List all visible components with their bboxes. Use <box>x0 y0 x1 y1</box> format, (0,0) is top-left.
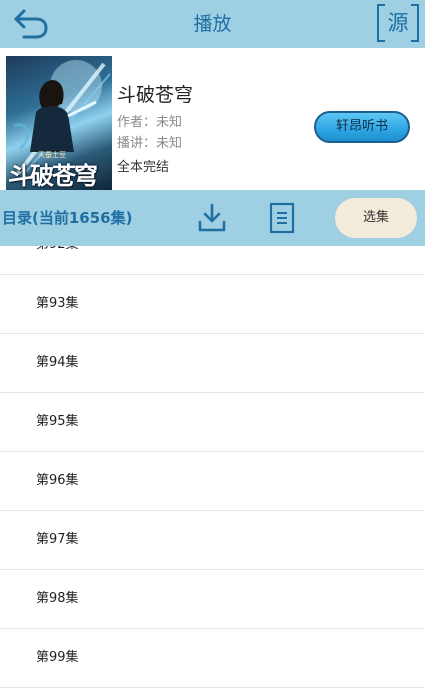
episode-list-scroll: 第92集第93集第94集第95集第96集第97集第98集第99集 <box>0 246 425 688</box>
episode-label: 第96集 <box>36 473 79 488</box>
episode-label: 第97集 <box>36 532 79 547</box>
episode-label: 第92集 <box>36 246 79 274</box>
book-cover[interactable]: 天蚕土豆 斗破苍穹 <box>6 56 112 190</box>
episode-item[interactable]: 第93集 <box>0 275 425 334</box>
catalog-label: 目录(当前1656集) <box>2 209 133 227</box>
episode-item[interactable]: 第94集 <box>0 334 425 393</box>
download-button[interactable] <box>196 202 228 234</box>
episode-item[interactable]: 第97集 <box>0 511 425 570</box>
listen-button[interactable]: 轩昂听书 <box>314 111 410 143</box>
episode-item[interactable]: 第92集 <box>0 246 425 275</box>
book-info: 天蚕土豆 斗破苍穹 斗破苍穹 作者：未知 播讲：未知 全本完结 轩昂听书 <box>0 48 425 190</box>
episode-label: 第93集 <box>36 296 79 311</box>
cover-title: 斗破苍穹 <box>8 161 98 190</box>
back-arrow-icon <box>14 9 48 39</box>
episode-label: 第98集 <box>36 591 79 606</box>
book-author: 作者：未知 <box>117 115 183 130</box>
document-list-icon <box>269 202 295 234</box>
top-bar: 播放 源 <box>0 0 425 48</box>
book-title: 斗破苍穹 <box>117 84 194 106</box>
download-icon <box>198 203 226 232</box>
source-label: 源 <box>387 11 409 35</box>
document-list-button[interactable] <box>268 202 296 234</box>
episode-item[interactable]: 第96集 <box>0 452 425 511</box>
book-narrator: 播讲：未知 <box>117 136 183 151</box>
select-episode-button[interactable]: 选集 <box>335 198 417 238</box>
app-screen: 播放 源 天蚕土豆 斗破苍穹 斗破苍穹 作者：未知 播讲：未知 全本完结 轩昂听… <box>0 0 425 700</box>
episode-label: 第99集 <box>36 650 79 665</box>
episode-item[interactable]: 第95集 <box>0 393 425 452</box>
episode-item[interactable]: 第98集 <box>0 570 425 629</box>
page-title: 播放 <box>193 13 232 35</box>
episode-list[interactable]: 第92集第93集第94集第95集第96集第97集第98集第99集 <box>0 246 425 700</box>
book-status: 全本完结 <box>117 160 170 175</box>
catalog-bar: 目录(当前1656集) 选集 <box>0 190 425 246</box>
source-button[interactable]: 源 <box>377 4 419 42</box>
episode-label: 第95集 <box>36 414 79 429</box>
episode-label: 第94集 <box>36 355 79 370</box>
back-button[interactable] <box>10 6 50 42</box>
episode-item[interactable]: 第99集 <box>0 629 425 688</box>
